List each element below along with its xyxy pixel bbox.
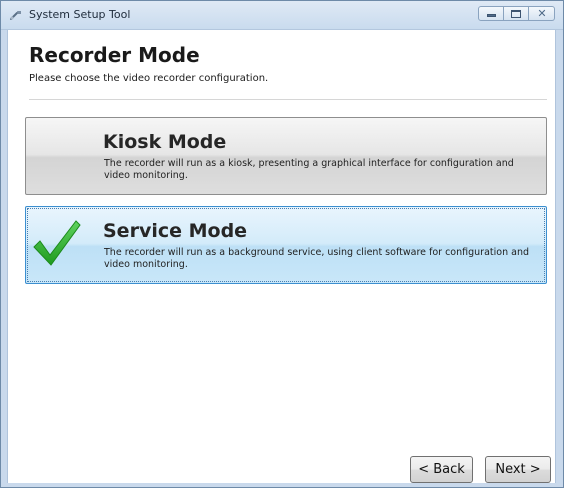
window-right-border (555, 30, 563, 487)
service-mode-option[interactable]: Service Mode The recorder will run as a … (25, 206, 547, 284)
window-bottom-border (1, 483, 563, 487)
option-title: Kiosk Mode (103, 131, 227, 153)
checkmark-icon (33, 220, 81, 266)
close-icon: ✕ (537, 7, 547, 20)
option-description: The recorder will run as a kiosk, presen… (104, 158, 514, 181)
maximize-icon (511, 10, 521, 18)
page-subtitle: Please choose the video recorder configu… (29, 73, 269, 84)
minimize-icon (487, 14, 496, 17)
tool-icon (10, 11, 21, 20)
window-title: System Setup Tool (29, 8, 131, 21)
window-left-border (1, 30, 8, 487)
option-description: The recorder will run as a background se… (104, 247, 529, 270)
close-button[interactable]: ✕ (529, 6, 555, 21)
setup-window: System Setup Tool ✕ Recorder Mode Please… (0, 0, 564, 488)
page-title: Recorder Mode (29, 43, 200, 67)
maximize-button[interactable] (504, 6, 529, 21)
header-separator (29, 99, 547, 100)
title-bar[interactable]: System Setup Tool ✕ (1, 1, 563, 30)
kiosk-mode-option[interactable]: Kiosk Mode The recorder will run as a ki… (25, 117, 547, 195)
next-button[interactable]: Next > (485, 456, 551, 483)
back-button[interactable]: < Back (410, 456, 473, 483)
minimize-button[interactable] (478, 6, 504, 21)
option-title: Service Mode (103, 220, 248, 242)
